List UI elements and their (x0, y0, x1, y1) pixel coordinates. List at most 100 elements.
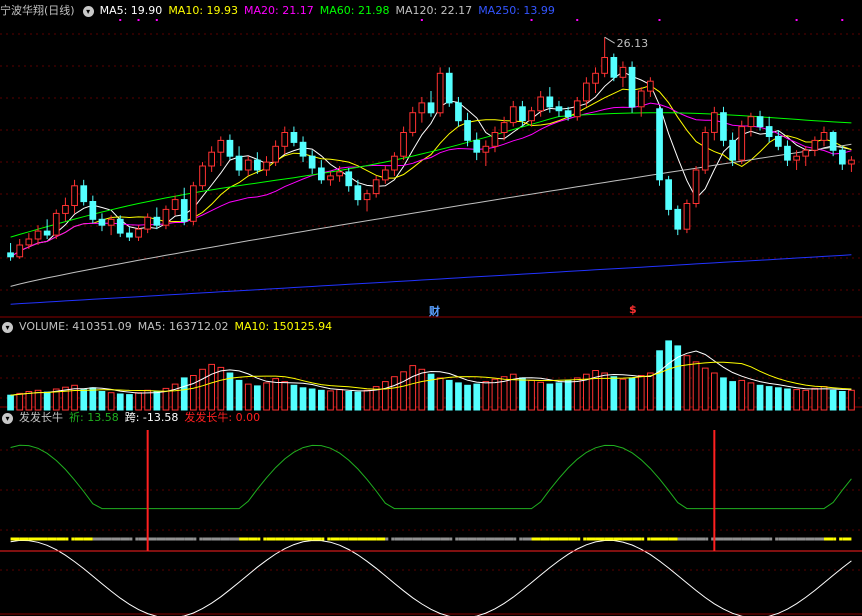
ma5-label: MA5: 19.90 (99, 4, 163, 17)
volume-bar (7, 394, 14, 411)
price-header: 宁波华翔(日线) ▾ MA5: 19.90 MA10: 19.93 MA20: 21.1… (0, 3, 561, 19)
volume-bar (729, 381, 736, 411)
candle-body (290, 132, 298, 143)
volume-bar (738, 379, 746, 411)
volume-bar (382, 381, 389, 411)
volume-bar (573, 377, 581, 411)
candle (171, 195, 179, 216)
volume-bar (692, 361, 700, 411)
candle (62, 197, 69, 222)
volume-bar (455, 382, 462, 411)
event-marker (155, 19, 158, 21)
volume-bar (89, 387, 97, 411)
candle (226, 134, 234, 161)
dividend-badge[interactable]: $ (629, 303, 637, 316)
candle-body (701, 132, 709, 171)
peak-pointer (604, 36, 615, 44)
volume-bar (153, 391, 161, 411)
event-marker (137, 19, 140, 21)
volume-bar (354, 391, 362, 411)
volume-bar (793, 389, 800, 411)
volume-bar (711, 372, 718, 411)
indicator-title: 发发长牛 (19, 411, 63, 424)
candle-body (62, 205, 69, 214)
volume-bar (674, 345, 682, 411)
volume-bar (244, 383, 252, 411)
volume-bar (391, 376, 398, 411)
candle (445, 67, 453, 107)
candle (144, 213, 152, 234)
finance-badge[interactable]: 财 (429, 303, 440, 319)
candle-body (729, 139, 736, 161)
volume-bar (546, 383, 554, 411)
candle-body (765, 126, 773, 137)
candle-body (180, 199, 188, 222)
candle (235, 146, 243, 176)
volume-bar (116, 393, 124, 411)
ma120-line (10, 143, 852, 287)
volume-bar (25, 391, 33, 411)
candle (281, 126, 289, 155)
candle-body (281, 132, 289, 147)
indicator-settings-icon[interactable]: ▾ (2, 412, 13, 424)
volume-bar (747, 382, 755, 411)
candle (382, 166, 389, 184)
volume-bar (436, 377, 444, 411)
candle-body (427, 102, 435, 114)
candle (555, 100, 563, 117)
candle (263, 156, 270, 176)
volume-bar (208, 363, 216, 411)
candle-body (244, 159, 252, 171)
candle (208, 146, 216, 172)
candle-body (784, 145, 791, 161)
volume-bar (135, 392, 142, 411)
volume-bar (445, 379, 453, 411)
candle-body (318, 167, 325, 181)
candle-body (738, 126, 746, 161)
candle-body (98, 218, 106, 226)
volume-bar (619, 378, 627, 411)
volume-bar (363, 389, 371, 411)
candle (674, 205, 682, 236)
volume-bar (775, 387, 782, 411)
volume-bar (80, 389, 88, 411)
candle (52, 209, 60, 240)
candle (418, 96, 426, 123)
candle-body (683, 203, 691, 230)
volume-bar (720, 377, 727, 411)
volume-settings-icon[interactable]: ▾ (2, 321, 13, 333)
event-marker (420, 19, 423, 21)
peak-label: 26.13 (617, 37, 649, 50)
volume-bar (308, 388, 316, 411)
candle-body (52, 212, 60, 236)
candle (363, 189, 371, 212)
volume-title: VOLUME: 410351.09 (19, 320, 132, 333)
candle-body (491, 132, 499, 147)
candle-body (89, 201, 97, 220)
candle-body (16, 244, 24, 258)
candle-body (445, 72, 453, 104)
candle-body (226, 139, 234, 157)
candle (308, 150, 316, 174)
candle (637, 87, 645, 117)
volume-header: ▾ VOLUME: 410351.09 MA5: 163712.02 MA10: 15… (0, 319, 338, 335)
volume-bar (564, 379, 572, 411)
indicator-header: ▾ 发发长牛 祈: 13.58 跨: -13.58 发发长牛: 0.00 (0, 410, 266, 426)
candle (116, 215, 124, 238)
price-settings-icon[interactable]: ▾ (82, 5, 94, 17)
candle-body (747, 116, 755, 128)
volume-bar (537, 381, 544, 411)
candle-body (656, 108, 663, 181)
volume-bar (802, 389, 810, 411)
ma250-label: MA250: 13.99 (478, 4, 555, 17)
volume-bar (820, 386, 828, 411)
candle-body (528, 110, 535, 122)
candle-body (464, 120, 471, 141)
candle-body (436, 72, 444, 114)
candle-body (382, 169, 389, 181)
volume-bar (290, 384, 298, 411)
volume-bar (519, 377, 526, 411)
volume-bar (839, 391, 846, 411)
volume-ma5-label: MA5: 163712.02 (137, 320, 229, 333)
candle (775, 130, 782, 151)
